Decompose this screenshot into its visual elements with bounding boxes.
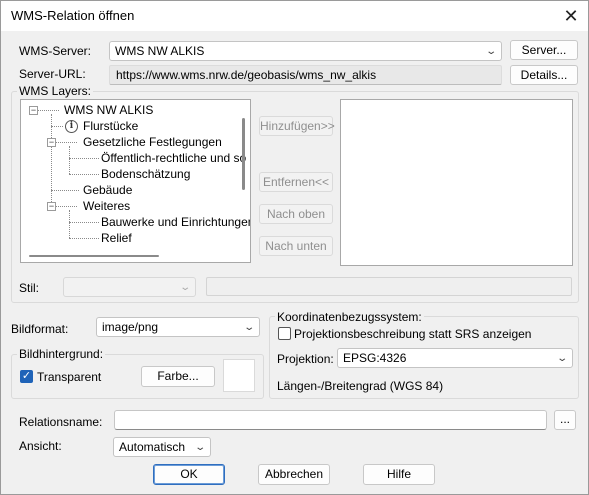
layer-tree[interactable]: − − − WMS NW ALKIS i Flurstücke Gesetzli… bbox=[20, 99, 251, 263]
image-format-select[interactable]: image/png ⌄ bbox=[96, 317, 260, 337]
crs-group-label: Koordinatenbezugssystem: bbox=[275, 310, 424, 324]
server-button[interactable]: Server... bbox=[510, 40, 578, 60]
tree-connector bbox=[37, 110, 59, 111]
tree-connector bbox=[55, 206, 77, 207]
info-icon: i bbox=[65, 120, 78, 133]
projection-select[interactable]: EPSG:4326 ⌄ bbox=[337, 348, 573, 368]
projection-label: Projektion: bbox=[277, 352, 334, 366]
add-layer-button[interactable]: Hinzufügen>> bbox=[259, 116, 335, 136]
background-group-label: Bildhintergrund: bbox=[17, 347, 106, 361]
wms-server-select[interactable]: WMS NW ALKIS ⌄ bbox=[109, 41, 502, 61]
tree-connector bbox=[69, 210, 70, 238]
tree-connector bbox=[69, 146, 70, 174]
relation-name-input[interactable] bbox=[114, 410, 547, 430]
wms-layers-label: WMS Layers: bbox=[17, 84, 94, 98]
style-label: Stil: bbox=[19, 281, 40, 295]
chevron-down-icon: ⌄ bbox=[242, 322, 255, 333]
view-label: Ansicht: bbox=[19, 439, 62, 453]
tree-connector bbox=[69, 238, 99, 239]
dialog-title: WMS-Relation öffnen bbox=[11, 8, 135, 23]
tree-node-gebaeude[interactable]: Gebäude bbox=[83, 183, 132, 197]
tree-node-flurstuecke[interactable]: Flurstücke bbox=[83, 119, 138, 133]
chevron-down-icon: ⌄ bbox=[193, 442, 206, 453]
wms-server-label: WMS-Server: bbox=[19, 44, 91, 58]
view-value: Automatisch bbox=[119, 440, 186, 454]
color-swatch bbox=[223, 359, 255, 392]
image-format-label: Bildformat: bbox=[11, 322, 69, 336]
tree-node-bauwerke[interactable]: Bauwerke und Einrichtungen bbox=[101, 215, 250, 229]
tree-connector bbox=[69, 158, 99, 159]
chevron-down-icon: ⌄ bbox=[484, 46, 497, 57]
transparent-label: Transparent bbox=[37, 370, 102, 384]
chevron-down-icon: ⌄ bbox=[555, 353, 568, 364]
help-button[interactable]: Hilfe bbox=[363, 464, 435, 485]
tree-connector bbox=[51, 114, 52, 206]
style-description-field bbox=[206, 277, 572, 296]
server-url-field: https://www.wms.nrw.de/geobasis/wms_nw_a… bbox=[109, 65, 502, 85]
view-select[interactable]: Automatisch ⌄ bbox=[113, 437, 211, 457]
tree-connector bbox=[69, 222, 99, 223]
chevron-down-icon: ⌄ bbox=[178, 282, 191, 293]
image-format-value: image/png bbox=[102, 320, 159, 334]
vertical-scrollbar[interactable] bbox=[242, 118, 245, 190]
color-button[interactable]: Farbe... bbox=[141, 366, 215, 387]
selected-layers-list[interactable] bbox=[340, 99, 573, 266]
projection-description-label: Projektionsbeschreibung statt SRS anzeig… bbox=[294, 327, 532, 341]
cancel-button[interactable]: Abbrechen bbox=[258, 464, 330, 485]
browse-button[interactable]: ... bbox=[554, 410, 576, 430]
tree-connector bbox=[51, 190, 79, 191]
close-icon[interactable]: ✕ bbox=[558, 4, 584, 28]
details-button[interactable]: Details... bbox=[510, 65, 578, 85]
move-up-button[interactable]: Nach oben bbox=[259, 204, 333, 224]
tree-connector bbox=[55, 142, 77, 143]
server-url-label: Server-URL: bbox=[19, 67, 86, 81]
collapse-icon[interactable]: − bbox=[47, 202, 56, 211]
wms-server-value: WMS NW ALKIS bbox=[115, 44, 205, 58]
style-select[interactable]: ⌄ bbox=[63, 277, 196, 297]
ok-button[interactable]: OK bbox=[153, 464, 225, 485]
projection-description-checkbox[interactable] bbox=[278, 327, 291, 340]
move-down-button[interactable]: Nach unten bbox=[259, 236, 333, 256]
dialog-window: WMS-Relation öffnen ✕ WMS-Server: WMS NW… bbox=[0, 0, 589, 495]
tree-node-relief[interactable]: Relief bbox=[101, 231, 132, 245]
tree-node-gesetzliche-festlegungen[interactable]: Gesetzliche Festlegungen bbox=[83, 135, 222, 149]
relation-name-label: Relationsname: bbox=[19, 415, 103, 429]
tree-node-oeffentlich-rechtliche[interactable]: Öffentlich-rechtliche und so bbox=[101, 151, 246, 165]
horizontal-scrollbar[interactable] bbox=[29, 255, 159, 257]
collapse-icon[interactable]: − bbox=[47, 138, 56, 147]
remove-layer-button[interactable]: Entfernen<< bbox=[259, 172, 333, 192]
tree-connector bbox=[51, 126, 63, 127]
collapse-icon[interactable]: − bbox=[29, 106, 38, 115]
transparent-checkbox[interactable]: ✓ bbox=[20, 370, 33, 383]
tree-connector bbox=[69, 174, 99, 175]
projection-value: EPSG:4326 bbox=[343, 351, 407, 365]
tree-node-weiteres[interactable]: Weiteres bbox=[83, 199, 130, 213]
projection-description-text: Längen-/Breitengrad (WGS 84) bbox=[277, 379, 444, 393]
tree-node-bodenschaetzung[interactable]: Bodenschätzung bbox=[101, 167, 190, 181]
tree-node-root[interactable]: WMS NW ALKIS bbox=[64, 103, 153, 117]
